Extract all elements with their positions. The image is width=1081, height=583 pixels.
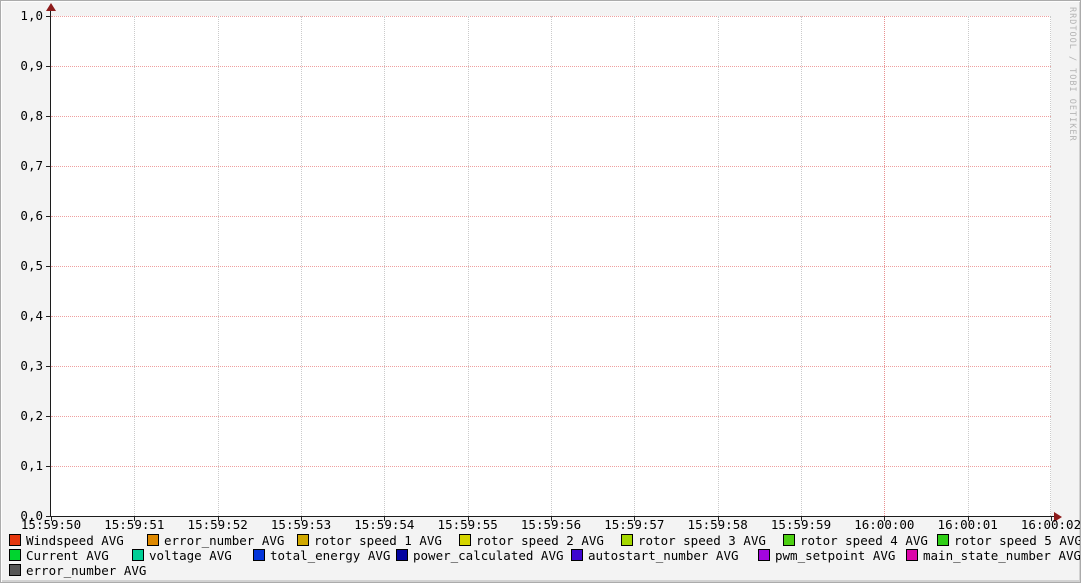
y-tick-label: 0,2 [3, 409, 43, 422]
v-gridline [718, 16, 719, 516]
x-tick-mark [301, 517, 302, 521]
legend-label: rotor speed 2 AVG [476, 534, 604, 547]
legend-swatch [297, 534, 309, 546]
x-tick-label: 16:00:02 [1009, 518, 1081, 531]
legend-label: error_number AVG [26, 564, 146, 577]
legend-swatch [253, 549, 265, 561]
v-gridline [384, 16, 385, 516]
legend-swatch [783, 534, 795, 546]
x-tick-mark [1051, 517, 1052, 521]
legend-label: voltage AVG [149, 549, 232, 562]
x-tick-mark [51, 517, 52, 521]
y-tick-label: 0,6 [3, 209, 43, 222]
legend-swatch [9, 549, 21, 561]
v-gridline [968, 16, 969, 516]
legend-label: power_calculated AVG [413, 549, 564, 562]
x-tick-mark [218, 517, 219, 521]
y-tick-mark [46, 316, 51, 317]
legend-label: rotor speed 5 AVG [954, 534, 1081, 547]
y-axis-line [50, 10, 51, 516]
legend-label: rotor speed 4 AVG [800, 534, 928, 547]
rrdtool-graph: 1,00,90,80,70,60,50,40,30,20,10,0 15:59:… [0, 0, 1081, 583]
y-tick-mark [46, 266, 51, 267]
v-gridline [218, 16, 219, 516]
v-gridline-major [884, 16, 885, 516]
v-gridline [801, 16, 802, 516]
legend-swatch [571, 549, 583, 561]
y-tick-label: 0,8 [3, 109, 43, 122]
legend-label: autostart_number AVG [588, 549, 739, 562]
legend-swatch [132, 549, 144, 561]
legend-label: rotor speed 3 AVG [638, 534, 766, 547]
y-tick-mark [46, 166, 51, 167]
x-tick-mark [384, 517, 385, 521]
x-tick-mark [968, 517, 969, 521]
legend-swatch [758, 549, 770, 561]
legend-label: main_state_number AVG [923, 549, 1081, 562]
x-tick-mark [801, 517, 802, 521]
v-gridline [301, 16, 302, 516]
legend-label: error_number AVG [164, 534, 284, 547]
y-tick-mark [46, 416, 51, 417]
x-tick-mark [468, 517, 469, 521]
x-tick-mark [884, 517, 885, 521]
y-tick-mark [46, 466, 51, 467]
x-tick-mark [718, 517, 719, 521]
v-gridline [468, 16, 469, 516]
x-tick-mark [551, 517, 552, 521]
y-tick-label: 0,3 [3, 359, 43, 372]
y-tick-mark [46, 66, 51, 67]
legend-label: rotor speed 1 AVG [314, 534, 442, 547]
y-tick-label: 0,5 [3, 259, 43, 272]
v-gridline [1050, 16, 1051, 516]
plot-area [51, 16, 1051, 516]
y-axis-arrow-icon [46, 3, 56, 11]
y-tick-label: 0,1 [3, 459, 43, 472]
y-tick-label: 0,7 [3, 159, 43, 172]
y-tick-label: 0,4 [3, 309, 43, 322]
legend-swatch [9, 534, 21, 546]
legend-swatch [906, 549, 918, 561]
legend-swatch [459, 534, 471, 546]
y-tick-mark [46, 116, 51, 117]
legend-swatch [147, 534, 159, 546]
y-tick-label: 0,9 [3, 59, 43, 72]
v-gridline [134, 16, 135, 516]
x-tick-mark [134, 517, 135, 521]
y-tick-label: 1,0 [3, 9, 43, 22]
legend-swatch [621, 534, 633, 546]
y-tick-mark [46, 216, 51, 217]
rrdtool-watermark: RRDTOOL / TOBI OETIKER [1067, 7, 1077, 142]
legend-label: pwm_setpoint AVG [775, 549, 895, 562]
legend-swatch [9, 564, 21, 576]
legend-label: Current AVG [26, 549, 109, 562]
legend-label: total_energy AVG [270, 549, 390, 562]
x-tick-mark [634, 517, 635, 521]
y-tick-mark [46, 366, 51, 367]
legend-label: Windspeed AVG [26, 534, 124, 547]
v-gridline [551, 16, 552, 516]
legend-swatch [937, 534, 949, 546]
legend-swatch [396, 549, 408, 561]
y-tick-mark [46, 16, 51, 17]
v-gridline [634, 16, 635, 516]
